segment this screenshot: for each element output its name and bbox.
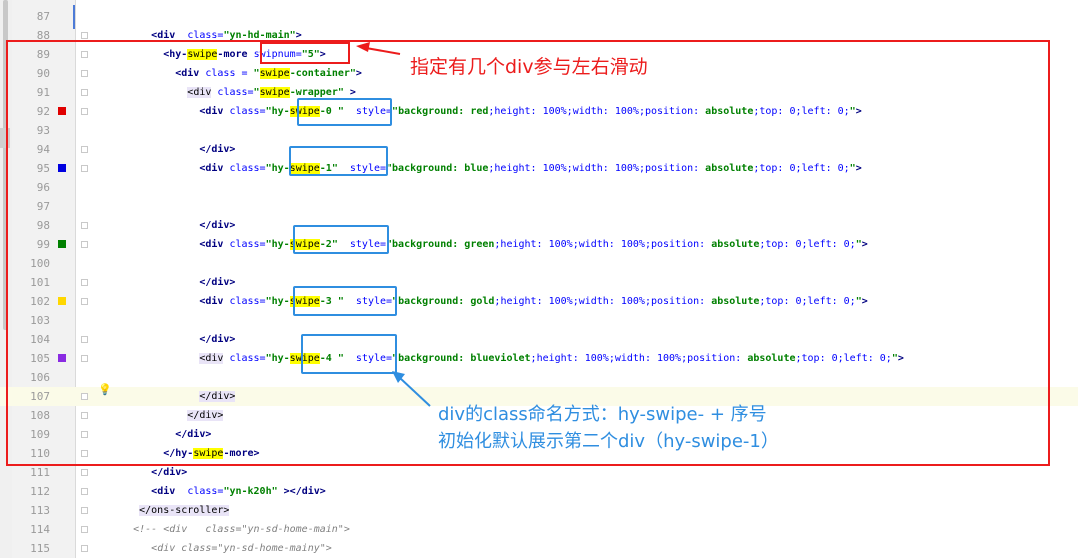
class-box-swipe-0 (297, 98, 392, 126)
swipnum-annotation: 指定有几个div参与左右滑动 (410, 56, 648, 78)
annotation-arrows (356, 42, 431, 407)
class-box-swipe-1 (289, 146, 388, 176)
default-slide-annotation: 初始化默认展示第二个div（hy-swipe-1） (438, 431, 779, 452)
class-box-swipe-2 (293, 225, 389, 254)
red-arrow-head (356, 42, 370, 52)
class-box-swipe-3 (293, 286, 397, 316)
blue-arrow-shaft (399, 377, 431, 407)
red-arrow-shaft (365, 47, 401, 55)
class-box-swipe-4 (301, 334, 397, 374)
class-naming-annotation: div的class命名方式：hy-swipe- + 序号 (438, 404, 767, 425)
